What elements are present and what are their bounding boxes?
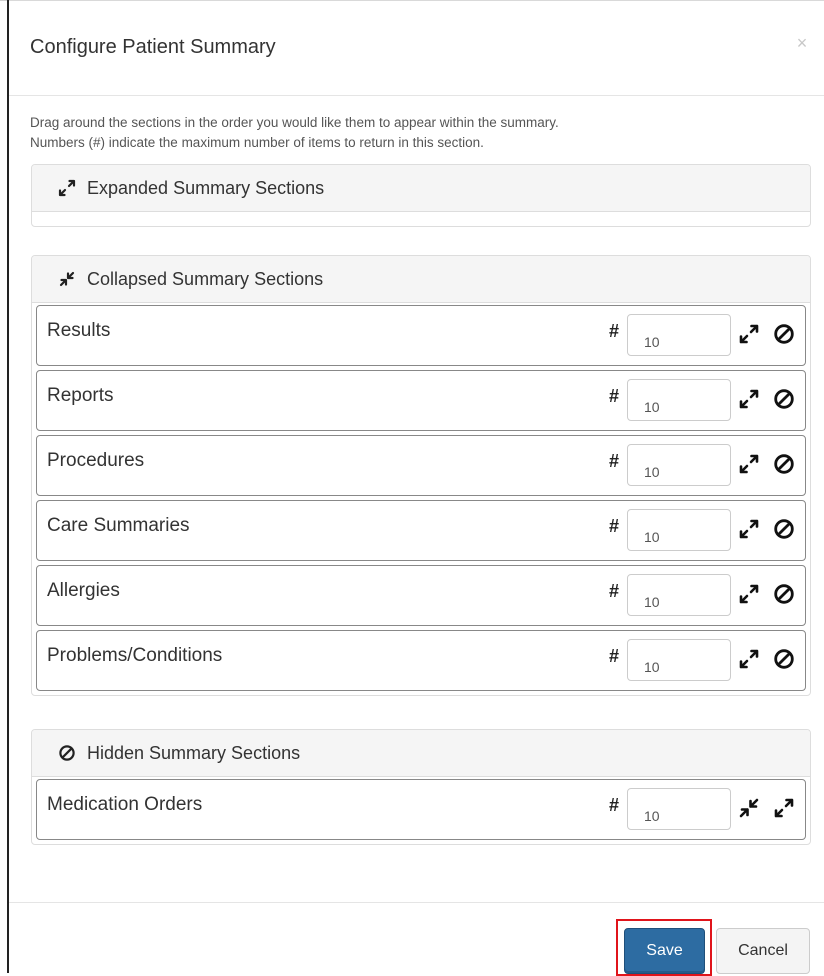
max-items-input[interactable] — [627, 444, 731, 486]
configure-summary-dialog: Configure Patient Summary × Drag around … — [9, 0, 824, 976]
count-hash: # — [609, 581, 620, 601]
count-hash: # — [609, 516, 620, 536]
max-items-input[interactable] — [627, 379, 731, 421]
expand-icon — [57, 178, 77, 198]
count-hash: # — [609, 321, 620, 341]
collapsed-sections-panel: Collapsed Summary Sections Results # Rep… — [31, 255, 811, 696]
dialog-body: Drag around the sections in the order yo… — [9, 96, 824, 845]
expand-icon[interactable] — [737, 322, 761, 346]
hide-icon[interactable] — [772, 582, 796, 606]
collapse-icon — [57, 269, 77, 289]
summary-section-item[interactable]: Reports # — [36, 370, 806, 431]
hide-icon — [57, 743, 77, 763]
summary-section-item[interactable]: Problems/Conditions # — [36, 630, 806, 691]
max-items-input[interactable] — [627, 639, 731, 681]
max-items-input[interactable] — [627, 788, 731, 830]
dialog-header: Configure Patient Summary × — [9, 1, 824, 96]
max-items-input[interactable] — [627, 314, 731, 356]
expand-icon[interactable] — [737, 582, 761, 606]
section-label: Care Summaries — [47, 515, 190, 536]
close-icon[interactable]: × — [794, 34, 810, 52]
instructions-line-1: Drag around the sections in the order yo… — [30, 115, 559, 130]
summary-section-item[interactable]: Medication Orders # — [36, 779, 806, 840]
background-edge — [0, 0, 7, 1]
collapse-icon[interactable] — [737, 796, 761, 820]
hide-icon[interactable] — [772, 647, 796, 671]
hide-icon[interactable] — [772, 452, 796, 476]
save-button[interactable]: Save — [624, 928, 705, 974]
collapsed-heading-label: Collapsed Summary Sections — [87, 268, 324, 289]
count-hash: # — [609, 386, 620, 406]
expanded-sections-heading: Expanded Summary Sections — [32, 165, 810, 212]
summary-section-item[interactable]: Care Summaries # — [36, 500, 806, 561]
expand-icon[interactable] — [772, 796, 796, 820]
collapsed-section-list: Results # Reports # Procedures # — [32, 303, 810, 695]
section-label: Medication Orders — [47, 794, 203, 815]
summary-section-item[interactable]: Results # — [36, 305, 806, 366]
count-hash: # — [609, 795, 620, 815]
count-hash: # — [609, 451, 620, 471]
expand-icon[interactable] — [737, 387, 761, 411]
max-items-input[interactable] — [627, 509, 731, 551]
expanded-sections-panel: Expanded Summary Sections — [31, 164, 811, 227]
expand-icon[interactable] — [737, 517, 761, 541]
max-items-input[interactable] — [627, 574, 731, 616]
hidden-sections-heading: Hidden Summary Sections — [32, 730, 810, 777]
count-hash: # — [609, 646, 620, 666]
hide-icon[interactable] — [772, 387, 796, 411]
section-label: Reports — [47, 385, 114, 406]
section-label: Procedures — [47, 450, 145, 471]
expanded-heading-label: Expanded Summary Sections — [87, 177, 325, 198]
expanded-drop-zone[interactable] — [32, 212, 810, 226]
instructions: Drag around the sections in the order yo… — [30, 113, 811, 153]
expand-icon[interactable] — [737, 647, 761, 671]
expand-icon[interactable] — [737, 452, 761, 476]
hide-icon[interactable] — [772, 322, 796, 346]
hidden-section-list: Medication Orders # — [32, 777, 810, 844]
section-label: Allergies — [47, 580, 120, 601]
hide-icon[interactable] — [772, 517, 796, 541]
hidden-sections-panel: Hidden Summary Sections Medication Order… — [31, 729, 811, 845]
cancel-button[interactable]: Cancel — [716, 928, 810, 974]
section-label: Problems/Conditions — [47, 645, 223, 666]
hidden-heading-label: Hidden Summary Sections — [87, 742, 301, 763]
instructions-line-2: Numbers (#) indicate the maximum number … — [30, 135, 484, 150]
section-label: Results — [47, 320, 111, 341]
summary-section-item[interactable]: Procedures # — [36, 435, 806, 496]
collapsed-sections-heading: Collapsed Summary Sections — [32, 256, 810, 303]
dialog-footer: Save Cancel — [9, 902, 824, 976]
dialog-title: Configure Patient Summary — [30, 36, 276, 58]
summary-section-item[interactable]: Allergies # — [36, 565, 806, 626]
